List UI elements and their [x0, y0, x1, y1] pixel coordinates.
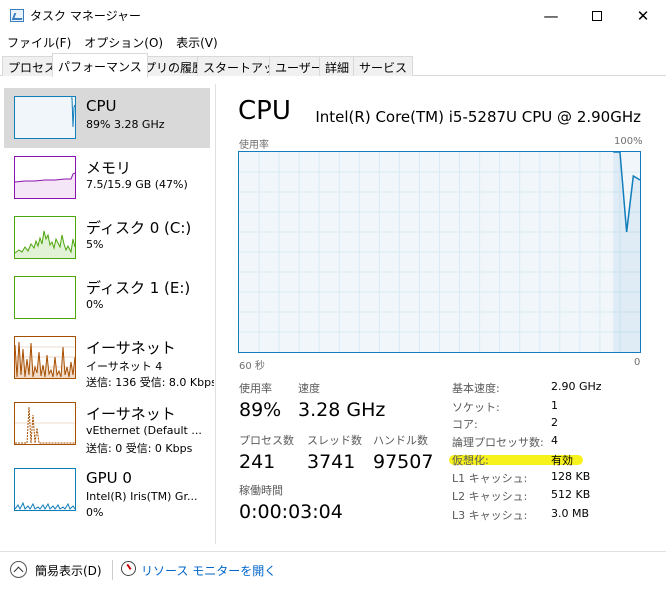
spec-label-cores: コア:	[452, 418, 478, 431]
disk-0-thumbnail	[14, 216, 76, 259]
sidebar-subdetail: 送信: 0 受信: 0 Kbps	[86, 442, 193, 455]
spec-label-logical-processors: 論理プロセッサ数:	[452, 436, 544, 449]
handles-label: ハンドル数	[373, 434, 428, 447]
spec-value-cores: 2	[551, 416, 558, 429]
menu-options[interactable]: オプション(O)	[77, 31, 169, 53]
sidebar-detail: 5%	[86, 238, 104, 251]
menu-file[interactable]: ファイル(F)	[0, 31, 77, 53]
sidebar-title: イーサネット	[86, 405, 176, 423]
tab-services[interactable]: サービス	[353, 56, 414, 76]
window-title: タスク マネージャー	[30, 9, 141, 23]
sidebar-item-disk-0[interactable]: ディスク 0 (C:) 5%	[4, 208, 210, 268]
sidebar-detail: vEthernet (Default ...	[86, 424, 202, 437]
cpu-usage-area	[613, 152, 640, 352]
graph-label-min: 0	[634, 357, 641, 368]
graph-label-max: 100%	[614, 136, 643, 147]
task-manager-icon	[10, 9, 24, 22]
cpu-model-name: Intel(R) Core(TM) i5-5287U CPU @ 2.90GHz	[315, 108, 641, 126]
minimize-button[interactable]: —	[528, 0, 574, 31]
footer-divider	[112, 560, 113, 580]
sidebar-item-ethernet-2[interactable]: イーサネット vEthernet (Default ... 送信: 0 受信: …	[4, 394, 210, 455]
spec-label-virtualization: 仮想化:	[452, 454, 489, 467]
menu-view[interactable]: 表示(V)	[169, 31, 224, 53]
spec-value-virtualization: 有効	[551, 454, 573, 467]
spec-label-l2-cache: L2 キャッシュ:	[452, 490, 528, 503]
spec-value-l1-cache: 128 KB	[551, 470, 591, 483]
sidebar-detail: 89% 3.28 GHz	[86, 118, 165, 131]
tab-performance[interactable]: パフォーマンス	[52, 53, 148, 77]
page-title: CPU	[238, 96, 291, 126]
cpu-thumbnail	[14, 96, 76, 139]
sidebar-detail: Intel(R) Iris(TM) Gr...	[86, 490, 198, 503]
cpu-usage-chart	[239, 152, 640, 352]
sidebar-detail: イーサネット 4	[86, 360, 163, 373]
sidebar-detail: 0%	[86, 298, 104, 311]
cpu-usage-graph	[238, 151, 641, 353]
title-bar: タスク マネージャー — ✕	[0, 0, 666, 31]
simple-view-button[interactable]: 簡易表示(D)	[35, 562, 102, 579]
spec-value-l2-cache: 512 KB	[551, 488, 591, 501]
sidebar-title: ディスク 0 (C:)	[86, 219, 192, 237]
spec-value-base-speed: 2.90 GHz	[551, 380, 602, 393]
processes-label: プロセス数	[239, 434, 294, 447]
sidebar-subdetail: 送信: 136 受信: 8.0 Kbps	[86, 376, 214, 389]
sidebar-title: ディスク 1 (E:)	[86, 279, 191, 297]
gpu-thumbnail	[14, 468, 76, 511]
threads-label: スレッド数	[307, 434, 362, 447]
resource-list: CPU 89% 3.28 GHz メモリ 7.5/15.9 GB (47%) デ…	[0, 84, 216, 544]
spec-value-logical-processors: 4	[551, 434, 558, 447]
footer: 簡易表示(D) リソース モニターを開く	[0, 551, 666, 593]
memory-thumbnail	[14, 156, 76, 199]
graph-label-time: 60 秒	[239, 361, 265, 372]
threads-value: 3741	[307, 451, 356, 473]
ethernet-2-thumbnail	[14, 402, 76, 445]
disk-1-thumbnail	[14, 276, 76, 319]
minimize-icon: —	[543, 6, 559, 25]
maximize-icon	[592, 10, 602, 21]
speed-value: 3.28 GHz	[298, 399, 386, 421]
sidebar-item-gpu[interactable]: GPU 0 Intel(R) Iris(TM) Gr... 0%	[4, 460, 210, 520]
ethernet-1-thumbnail	[14, 336, 76, 379]
uptime-value: 0:00:03:04	[239, 501, 343, 523]
usage-value: 89%	[239, 399, 282, 421]
sidebar-title: CPU	[86, 97, 117, 115]
speed-label: 速度	[298, 382, 320, 395]
close-button[interactable]: ✕	[620, 0, 666, 31]
sidebar-item-memory[interactable]: メモリ 7.5/15.9 GB (47%)	[4, 148, 210, 208]
maximize-button[interactable]	[574, 0, 620, 31]
sidebar-item-cpu[interactable]: CPU 89% 3.28 GHz	[4, 88, 210, 148]
sidebar-title: GPU 0	[86, 469, 132, 487]
processes-value: 241	[239, 451, 276, 473]
resource-monitor-icon	[121, 561, 136, 576]
graph-label-usage: 使用率	[239, 140, 269, 151]
menu-bar: ファイル(F) オプション(O) 表示(V)	[0, 31, 666, 53]
sidebar-detail: 7.5/15.9 GB (47%)	[86, 178, 188, 191]
sidebar-item-ethernet-1[interactable]: イーサネット イーサネット 4 送信: 136 受信: 8.0 Kbps	[4, 328, 214, 389]
usage-label: 使用率	[239, 382, 272, 395]
handles-value: 97507	[373, 451, 434, 473]
spec-label-base-speed: 基本速度:	[452, 382, 500, 395]
chevron-up-icon[interactable]	[10, 561, 27, 578]
spec-label-sockets: ソケット:	[452, 401, 500, 414]
sidebar-subdetail: 0%	[86, 506, 104, 519]
close-icon: ✕	[636, 6, 650, 25]
tab-bar: プロセス パフォーマンス アプリの履歴 スタートアップ ユーザー 詳細 サービス	[0, 53, 666, 77]
sidebar-item-disk-1[interactable]: ディスク 1 (E:) 0%	[4, 268, 210, 328]
spec-value-sockets: 1	[551, 399, 558, 412]
spec-label-l3-cache: L3 キャッシュ:	[452, 509, 528, 522]
uptime-label: 稼働時間	[239, 484, 283, 497]
spec-label-l1-cache: L1 キャッシュ:	[452, 472, 528, 485]
tab-details[interactable]: 詳細	[319, 56, 356, 76]
sidebar-title: イーサネット	[86, 339, 176, 357]
resource-monitor-link[interactable]: リソース モニターを開く	[141, 562, 276, 579]
sidebar-title: メモリ	[86, 159, 132, 177]
spec-value-l3-cache: 3.0 MB	[551, 507, 590, 520]
